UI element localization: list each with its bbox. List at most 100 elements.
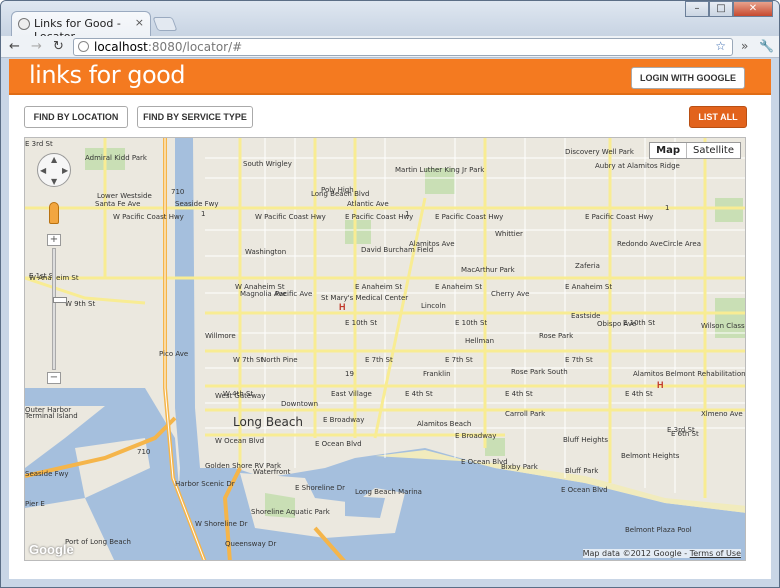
map-label: W Pacific Coast Hwy: [255, 213, 326, 221]
page-info-icon[interactable]: [78, 41, 89, 52]
favicon-icon: [18, 18, 30, 30]
map-label: 1: [405, 210, 409, 218]
map-label: E Broadway: [323, 416, 364, 424]
map-label: Pico Ave: [159, 350, 188, 358]
map-label: W Pacific Coast Hwy: [113, 213, 184, 221]
map-label: Cherry Ave: [491, 290, 529, 298]
map-label: St Mary's Medical Center: [321, 294, 408, 302]
map-label: Seaside Fwy: [175, 200, 219, 208]
map-label: Xlmeno Ave: [701, 410, 743, 418]
map-label: 710: [137, 448, 150, 456]
map-label: South Wrigley: [243, 160, 292, 168]
title-bar: Links for Good - Locator × – □ ✕: [1, 1, 779, 43]
login-with-google-button[interactable]: LOGIN WITH GOOGLE: [631, 67, 745, 89]
map-label: Martin Luther King Jr Park: [395, 166, 485, 174]
close-window-button[interactable]: ✕: [733, 1, 773, 17]
map-label: Aubry at Alamitos Ridge: [595, 162, 680, 170]
maximize-button[interactable]: □: [709, 1, 733, 17]
map-label: Alamitos Belmont Rehabilitation Hospital: [633, 370, 746, 378]
map-label: Santa Fe Ave: [95, 200, 140, 208]
zoom-slider-thumb[interactable]: [53, 297, 67, 303]
map-label: North Pine: [261, 356, 298, 364]
map-type-satellite-button[interactable]: Satellite: [687, 143, 740, 158]
map-label: Pacific Ave: [275, 290, 312, 298]
map-label: W 7th St: [233, 356, 263, 364]
map-label: Zaferia: [575, 262, 600, 270]
map-label: W Shoreline Dr: [195, 520, 248, 528]
map-label: Wilson Classical High School: [701, 322, 746, 330]
more-icon[interactable]: »: [741, 39, 748, 53]
pan-down-icon[interactable]: ▼: [51, 177, 57, 186]
map-label: Seaside Fwy: [25, 470, 69, 478]
google-logo[interactable]: Google: [29, 542, 74, 557]
map-label: E 7th St: [445, 356, 473, 364]
map-label: Redondo Ave: [617, 240, 663, 248]
map-label: E Pacific Coast Hwy: [585, 213, 653, 221]
svg-text:H: H: [339, 302, 346, 312]
terms-of-use-link[interactable]: Terms of Use: [690, 549, 741, 558]
site-logo[interactable]: links for good: [29, 61, 186, 89]
map-label: Bluff Heights: [563, 436, 608, 444]
map-label: E 7th St: [365, 356, 393, 364]
map-label: Pier E: [25, 500, 45, 508]
address-bar[interactable]: localhost:8080/locator/# ☆: [73, 38, 733, 56]
list-all-button[interactable]: LIST ALL: [689, 106, 747, 128]
find-by-service-type-button[interactable]: FIND BY SERVICE TYPE: [137, 106, 253, 128]
map-label: Long Beach Marina: [355, 488, 422, 496]
map-label: Alamitos Ave: [409, 240, 455, 248]
url-path: :8080/locator/#: [147, 40, 243, 54]
pan-left-icon[interactable]: ◀: [40, 166, 46, 175]
map-label: Discovery Well Park: [565, 148, 635, 156]
zoom-slider[interactable]: [52, 248, 67, 370]
pan-up-icon[interactable]: ▲: [51, 155, 57, 164]
map-label: Eastside: [571, 312, 600, 320]
site-header: links for good LOGIN WITH GOOGLE: [9, 59, 771, 95]
map-label: W 9th St: [65, 300, 95, 308]
map-copyright: Map data ©2012 Google: [582, 549, 682, 558]
map-label: Atlantic Ave: [347, 200, 389, 208]
pan-right-icon[interactable]: ▶: [62, 166, 68, 175]
map-label: Obispo Ave: [597, 320, 636, 328]
map-label: Queensway Dr: [225, 540, 276, 548]
map-canvas[interactable]: H H Admiral Kidd ParkSouth WrigleyPoly H…: [25, 138, 746, 561]
forward-icon[interactable]: →: [31, 39, 42, 54]
minimize-button[interactable]: –: [685, 1, 709, 17]
svg-text:H: H: [657, 380, 664, 390]
map-label: Downtown: [281, 400, 318, 408]
new-tab-button[interactable]: [152, 17, 178, 31]
map-label: E Broadway: [455, 432, 496, 440]
map-label: Waterfront: [253, 468, 291, 476]
zoom-in-button[interactable]: +: [47, 234, 61, 246]
map-label: W Ocean Blvd: [215, 437, 264, 445]
map[interactable]: H H Admiral Kidd Park South Wrigley Poly H…: [24, 137, 746, 561]
map-label: Whittier: [495, 230, 523, 238]
map-label: East Village: [331, 390, 372, 398]
map-label: Bluff Park: [565, 467, 599, 475]
map-label: E Anaheim St: [435, 283, 482, 291]
map-label: E Shoreline Dr: [295, 484, 345, 492]
map-type-map-button[interactable]: Map: [650, 143, 688, 158]
url-host: localhost: [94, 40, 148, 54]
back-icon[interactable]: ←: [9, 39, 20, 54]
map-label: 1: [665, 204, 669, 212]
zoom-out-button[interactable]: −: [47, 372, 61, 384]
bookmark-star-icon[interactable]: ☆: [715, 39, 726, 53]
map-label: E Ocean Blvd: [315, 440, 362, 448]
map-label: E Anaheim St: [355, 283, 402, 291]
close-tab-icon[interactable]: ×: [135, 16, 144, 29]
map-label: E 4th St: [405, 390, 433, 398]
reload-icon[interactable]: ↻: [53, 39, 64, 54]
map-label: Circle Area: [663, 240, 701, 248]
find-by-location-button[interactable]: FIND BY LOCATION: [24, 106, 128, 128]
map-label: Franklin: [423, 370, 451, 378]
map-label: Harbor Scenic Dr: [175, 480, 235, 488]
pan-control[interactable]: ▲ ▼ ◀ ▶: [37, 153, 71, 187]
wrench-icon[interactable]: 🔧: [759, 39, 774, 53]
map-label: Long Beach: [233, 415, 303, 429]
browser-tab[interactable]: Links for Good - Locator ×: [11, 11, 151, 43]
zoom-control: + −: [47, 234, 67, 384]
map-label: Lincoln: [421, 302, 446, 310]
map-label: E Anaheim St: [565, 283, 612, 291]
map-label: Alamitos Beach: [417, 420, 471, 428]
street-view-pegman-icon[interactable]: [49, 202, 59, 224]
